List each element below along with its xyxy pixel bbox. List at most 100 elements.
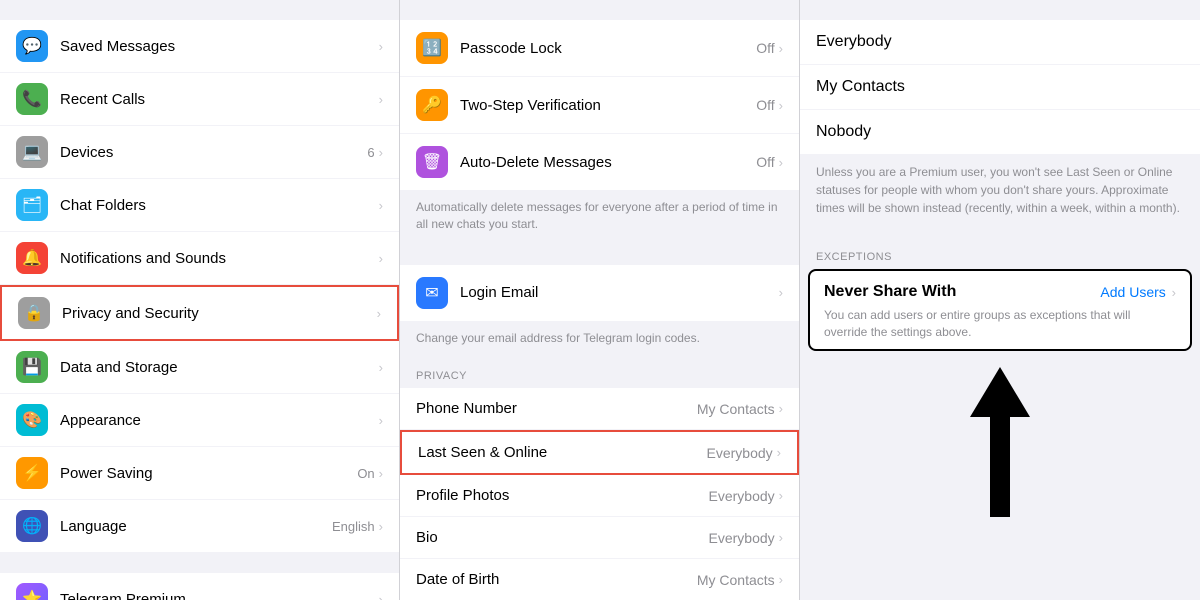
phone-number-label: Phone Number: [416, 400, 697, 417]
visibility-desc: Unless you are a Premium user, you won't…: [800, 155, 1200, 231]
middle-panel: 🔢 Passcode Lock Off › 🔑 Two-Step Verific…: [400, 0, 800, 600]
last-seen-chevron-icon: ›: [777, 445, 781, 460]
telegram-premium-icon: ⭐: [16, 583, 48, 600]
privacy-item-profile-photos[interactable]: Profile Photos Everybody ›: [400, 475, 799, 517]
auto-delete-value: Off: [756, 154, 774, 170]
two-step-chevron-icon: ›: [779, 98, 783, 113]
notifications-chevron-icon: ›: [379, 251, 383, 266]
devices-icon: 💻: [16, 136, 48, 168]
login-email-label: Login Email: [460, 284, 779, 301]
sidebar-item-saved-messages[interactable]: 💬 Saved Messages ›: [0, 20, 399, 73]
chat-folders-chevron-icon: ›: [379, 198, 383, 213]
sidebar-item-appearance[interactable]: 🎨 Appearance ›: [0, 394, 399, 447]
passcode-lock-label: Passcode Lock: [460, 40, 756, 57]
profile-photos-label: Profile Photos: [416, 487, 709, 504]
visibility-option-everybody[interactable]: Everybody: [800, 20, 1200, 65]
sidebar-item-devices[interactable]: 💻 Devices 6 ›: [0, 126, 399, 179]
appearance-label: Appearance: [60, 412, 379, 429]
date-of-birth-value: My Contacts: [697, 572, 775, 588]
privacy-security-chevron-icon: ›: [377, 306, 381, 321]
sidebar-item-telegram-premium[interactable]: ⭐ Telegram Premium ›: [0, 573, 399, 600]
profile-photos-chevron-icon: ›: [779, 488, 783, 503]
saved-messages-icon: 💬: [16, 30, 48, 62]
data-storage-icon: 💾: [16, 351, 48, 383]
visibility-options: EverybodyMy ContactsNobody: [800, 20, 1200, 155]
power-saving-icon: ⚡: [16, 457, 48, 489]
visibility-option-nobody[interactable]: Nobody: [800, 110, 1200, 155]
sidebar-item-language[interactable]: 🌐 Language English ›: [0, 500, 399, 553]
notifications-label: Notifications and Sounds: [60, 250, 379, 267]
recent-calls-label: Recent Calls: [60, 91, 379, 108]
arrow-graphic: [960, 367, 1040, 517]
last-seen-label: Last Seen & Online: [418, 444, 707, 461]
sidebar-item-privacy-security[interactable]: 🔒 Privacy and Security ›: [0, 285, 399, 341]
profile-photos-value: Everybody: [709, 488, 775, 504]
left-panel: 💬 Saved Messages › 📞 Recent Calls › 💻 De…: [0, 0, 400, 600]
bio-chevron-icon: ›: [779, 530, 783, 545]
sidebar-item-notifications[interactable]: 🔔 Notifications and Sounds ›: [0, 232, 399, 285]
language-badge: English: [332, 519, 375, 534]
add-users-button[interactable]: Add Users ›: [1100, 284, 1176, 300]
sidebar-item-power-saving[interactable]: ⚡ Power Saving On ›: [0, 447, 399, 500]
devices-badge: 6: [367, 145, 374, 160]
telegram-premium-label: Telegram Premium: [60, 591, 379, 600]
power-saving-badge: On: [357, 466, 374, 481]
privacy-item-phone-number[interactable]: Phone Number My Contacts ›: [400, 388, 799, 430]
two-step-icon: 🔑: [416, 89, 448, 121]
exceptions-section: EXCEPTIONS Never Share With Add Users › …: [800, 243, 1200, 517]
power-saving-chevron-icon: ›: [379, 466, 383, 481]
language-icon: 🌐: [16, 510, 48, 542]
last-seen-value: Everybody: [707, 445, 773, 461]
privacy-section-label: PRIVACY: [400, 358, 799, 388]
arrow-body-icon: [990, 417, 1010, 517]
auto-delete-label: Auto-Delete Messages: [460, 154, 756, 171]
language-chevron-icon: ›: [379, 519, 383, 534]
data-storage-label: Data and Storage: [60, 359, 379, 376]
never-share-header: Never Share With Add Users ›: [824, 283, 1176, 301]
saved-messages-chevron-icon: ›: [379, 39, 383, 54]
language-label: Language: [60, 518, 332, 535]
middle-item-auto-delete[interactable]: 🗑 Auto-Delete Messages Off ›: [400, 134, 799, 191]
passcode-lock-chevron-icon: ›: [779, 41, 783, 56]
middle-item-login-email[interactable]: ✉ Login Email ›: [400, 265, 799, 322]
auto-delete-desc: Automatically delete messages for everyo…: [400, 191, 799, 245]
auto-delete-chevron-icon: ›: [779, 155, 783, 170]
arrow-head-icon: [970, 367, 1030, 417]
notifications-icon: 🔔: [16, 242, 48, 274]
devices-chevron-icon: ›: [379, 145, 383, 160]
privacy-security-label: Privacy and Security: [62, 305, 377, 322]
bio-label: Bio: [416, 529, 709, 546]
middle-item-two-step[interactable]: 🔑 Two-Step Verification Off ›: [400, 77, 799, 134]
add-users-chevron-icon: ›: [1172, 285, 1176, 300]
middle-item-passcode-lock[interactable]: 🔢 Passcode Lock Off ›: [400, 20, 799, 77]
date-of-birth-chevron-icon: ›: [779, 572, 783, 587]
never-share-title: Never Share With: [824, 283, 956, 301]
privacy-item-bio[interactable]: Bio Everybody ›: [400, 517, 799, 559]
auto-delete-icon: 🗑: [416, 146, 448, 178]
sidebar-item-data-storage[interactable]: 💾 Data and Storage ›: [0, 341, 399, 394]
login-email-chevron-icon: ›: [779, 285, 783, 300]
appearance-chevron-icon: ›: [379, 413, 383, 428]
chat-folders-label: Chat Folders: [60, 197, 379, 214]
passcode-lock-icon: 🔢: [416, 32, 448, 64]
sidebar-item-chat-folders[interactable]: 🗂 Chat Folders ›: [0, 179, 399, 232]
telegram-premium-chevron-icon: ›: [379, 592, 383, 600]
phone-number-value: My Contacts: [697, 401, 775, 417]
devices-label: Devices: [60, 144, 367, 161]
phone-number-chevron-icon: ›: [779, 401, 783, 416]
two-step-value: Off: [756, 97, 774, 113]
appearance-icon: 🎨: [16, 404, 48, 436]
exceptions-label: EXCEPTIONS: [800, 243, 1200, 269]
sidebar-item-recent-calls[interactable]: 📞 Recent Calls ›: [0, 73, 399, 126]
power-saving-label: Power Saving: [60, 465, 357, 482]
right-panel: EverybodyMy ContactsNobody Unless you ar…: [800, 0, 1200, 600]
privacy-item-date-of-birth[interactable]: Date of Birth My Contacts ›: [400, 559, 799, 600]
date-of-birth-label: Date of Birth: [416, 571, 697, 588]
never-share-desc: You can add users or entire groups as ex…: [824, 307, 1176, 341]
visibility-option-my-contacts[interactable]: My Contacts: [800, 65, 1200, 110]
data-storage-chevron-icon: ›: [379, 360, 383, 375]
privacy-item-last-seen[interactable]: Last Seen & Online Everybody ›: [400, 430, 799, 475]
bio-value: Everybody: [709, 530, 775, 546]
never-share-box: Never Share With Add Users › You can add…: [808, 269, 1192, 351]
recent-calls-icon: 📞: [16, 83, 48, 115]
